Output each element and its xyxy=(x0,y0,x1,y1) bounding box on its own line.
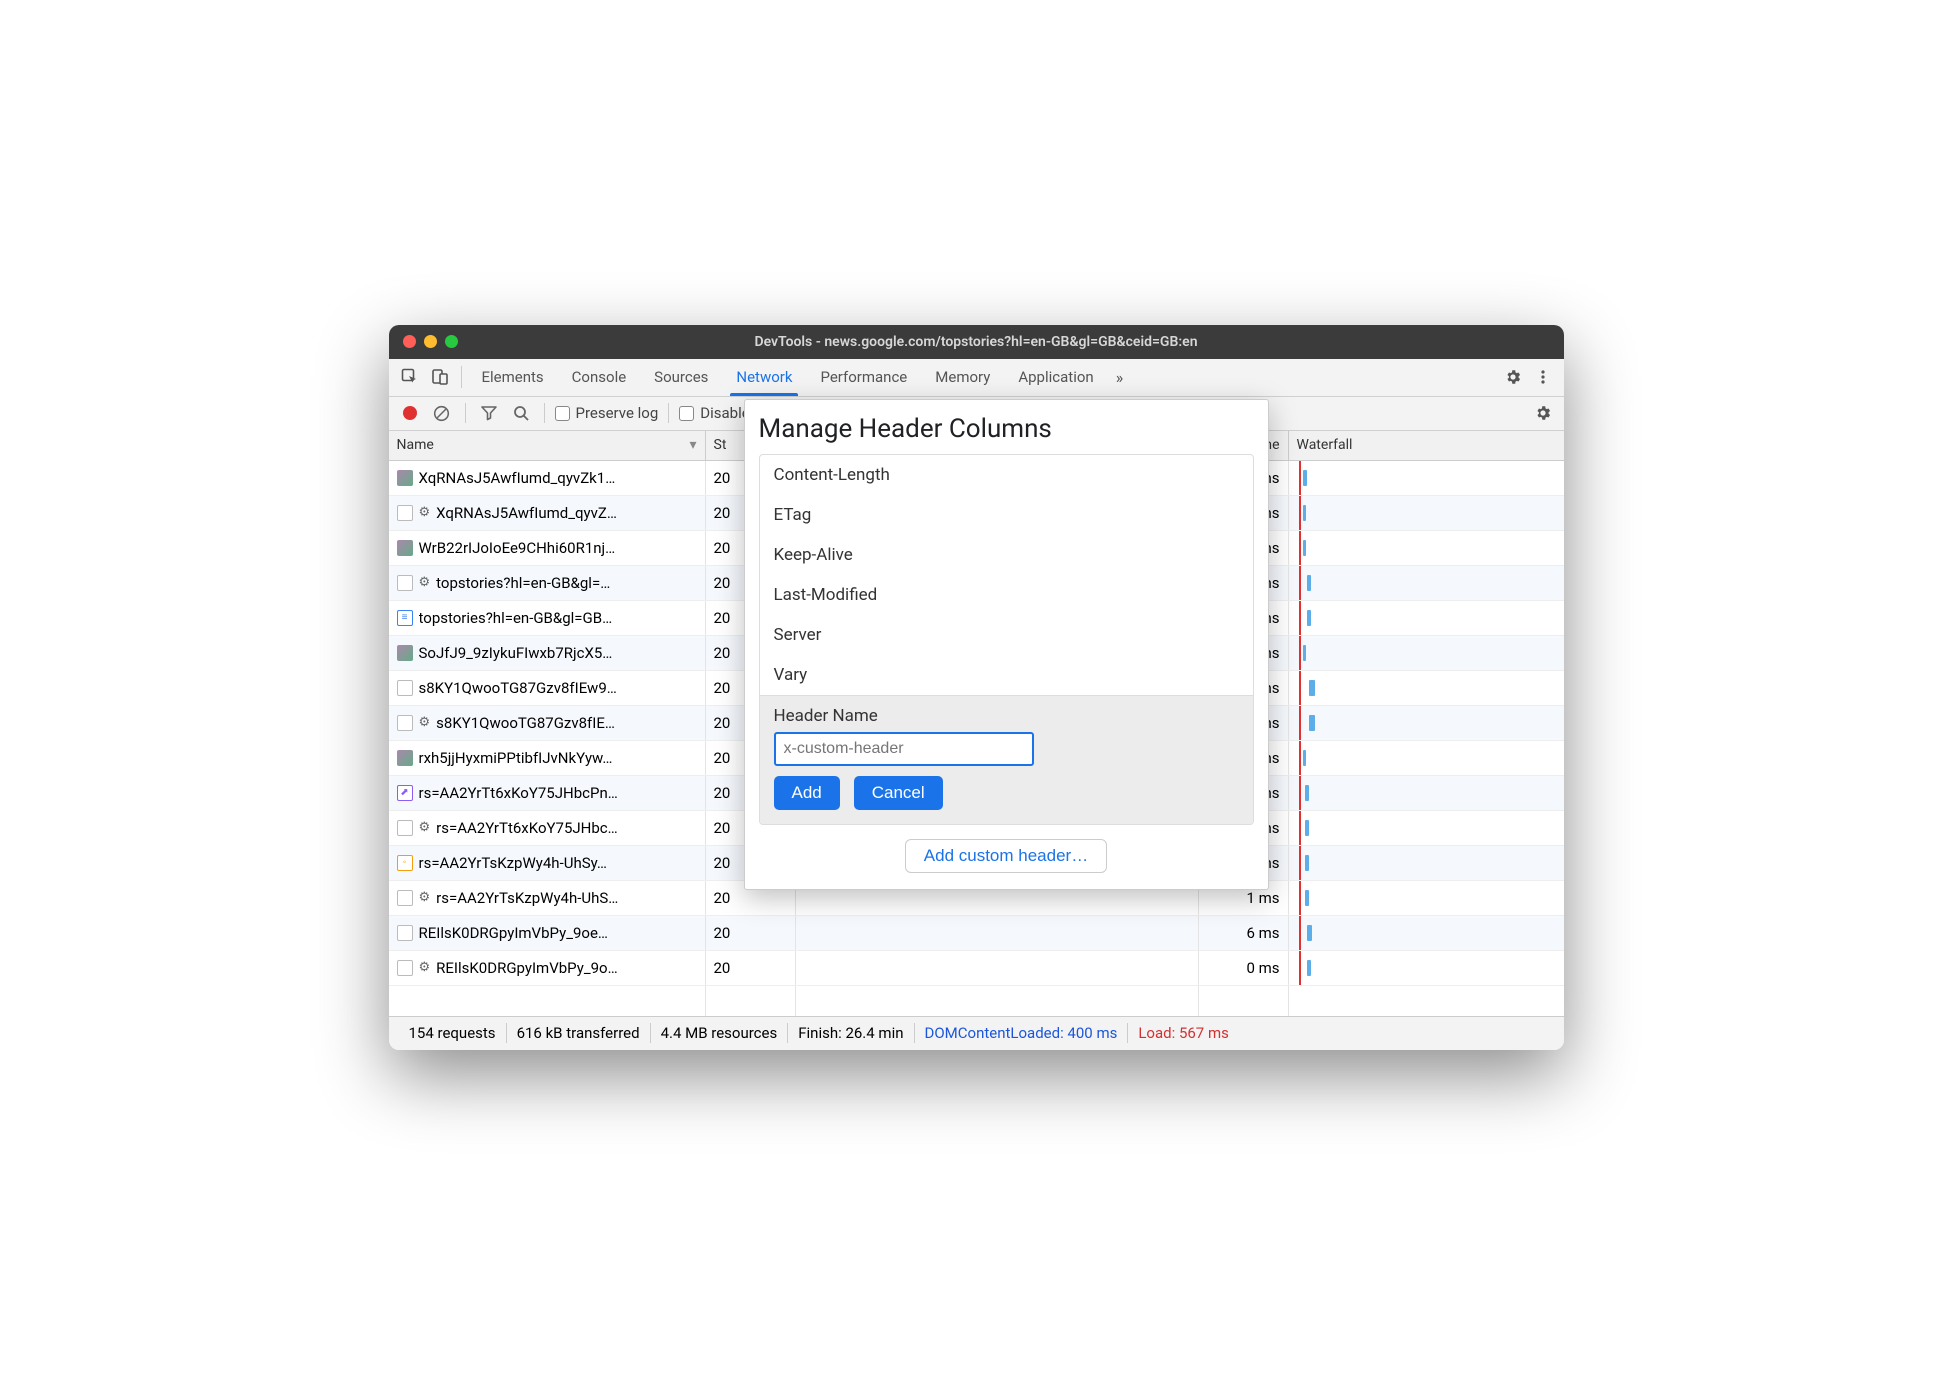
request-status: 20 xyxy=(706,951,796,985)
table-row[interactable]: REIlsK0DRGpyImVbPy_9oe… 20 6 ms xyxy=(389,916,1564,951)
waterfall-bar xyxy=(1307,960,1311,976)
resources-size: 4.4 MB resources xyxy=(651,1024,788,1042)
search-icon[interactable] xyxy=(508,400,534,426)
add-header-section: Header Name Add Cancel xyxy=(760,695,1253,824)
load-time: Load: 567 ms xyxy=(1128,1024,1239,1042)
tab-application[interactable]: Application xyxy=(1004,358,1107,396)
panel-tabs: ElementsConsoleSourcesNetworkPerformance… xyxy=(389,359,1564,397)
tab-network[interactable]: Network xyxy=(722,358,806,396)
request-time: 6 ms xyxy=(1199,916,1289,950)
preserve-log-checkbox[interactable]: Preserve log xyxy=(555,404,659,422)
requests-count: 154 requests xyxy=(399,1024,506,1042)
request-name: s8KY1QwooTG87Gzv8fIEw9… xyxy=(419,679,697,697)
header-name-label: Header Name xyxy=(774,706,1239,726)
waterfall-bar xyxy=(1303,505,1306,521)
request-name: rs=AA2YrTt6xKoY75JHbc… xyxy=(436,819,696,837)
clear-icon[interactable] xyxy=(429,400,455,426)
request-name: rs=AA2YrTsKzpWy4h-UhS… xyxy=(436,889,696,907)
window-title: DevTools - news.google.com/topstories?hl… xyxy=(389,334,1564,350)
waterfall-bar xyxy=(1309,715,1315,731)
waterfall-bar xyxy=(1303,645,1306,661)
waterfall-bar xyxy=(1303,470,1307,486)
add-custom-header-button[interactable]: Add custom header… xyxy=(905,839,1107,873)
header-item[interactable]: Content-Length xyxy=(760,455,1253,495)
more-options-icon[interactable] xyxy=(1528,362,1558,392)
cancel-button[interactable]: Cancel xyxy=(854,776,943,810)
request-name: XqRNAsJ5AwfIumd_qyvZ… xyxy=(436,504,696,522)
tab-elements[interactable]: Elements xyxy=(468,358,558,396)
header-item[interactable]: Last-Modified xyxy=(760,575,1253,615)
finish-time: Finish: 26.4 min xyxy=(788,1024,913,1042)
minimize-window-button[interactable] xyxy=(424,335,437,348)
gear-icon: ⚙ xyxy=(419,715,431,730)
tab-sources[interactable]: Sources xyxy=(640,358,722,396)
preserve-log-label: Preserve log xyxy=(576,404,659,422)
table-row[interactable]: ⚙ REIlsK0DRGpyImVbPy_9o… 20 0 ms xyxy=(389,951,1564,986)
waterfall-bar xyxy=(1309,680,1315,696)
header-item[interactable]: Server xyxy=(760,615,1253,655)
header-item[interactable]: ETag xyxy=(760,495,1253,535)
request-time: 0 ms xyxy=(1199,951,1289,985)
tab-console[interactable]: Console xyxy=(558,358,641,396)
tab-memory[interactable]: Memory xyxy=(921,358,1004,396)
request-name: XqRNAsJ5AwfIumd_qyvZk1… xyxy=(419,469,697,487)
sort-indicator-icon: ▾ xyxy=(689,437,696,453)
gear-icon: ⚙ xyxy=(419,575,431,590)
gear-icon: ⚙ xyxy=(419,505,431,520)
waterfall-bar xyxy=(1307,925,1312,941)
waterfall-bar xyxy=(1305,820,1309,836)
request-name: SoJfJ9_9zIykuFIwxb7RjcX5… xyxy=(419,644,697,662)
waterfall-bar xyxy=(1305,855,1309,871)
request-name: REIlsK0DRGpyImVbPy_9o… xyxy=(436,959,696,977)
request-name: rs=AA2YrTsKzpWy4h-UhSy… xyxy=(419,854,697,872)
close-window-button[interactable] xyxy=(403,335,416,348)
waterfall-bar xyxy=(1305,890,1309,906)
devtools-window: DevTools - news.google.com/topstories?hl… xyxy=(389,325,1564,1050)
inspect-element-icon[interactable] xyxy=(395,362,425,392)
status-bar: 154 requests 616 kB transferred 4.4 MB r… xyxy=(389,1016,1564,1050)
waterfall-bar xyxy=(1307,610,1311,626)
request-name: s8KY1QwooTG87Gzv8fIE… xyxy=(436,714,696,732)
request-status: 20 xyxy=(706,916,796,950)
tab-performance[interactable]: Performance xyxy=(806,358,921,396)
dom-content-loaded: DOMContentLoaded: 400 ms xyxy=(915,1024,1128,1042)
device-toolbar-icon[interactable] xyxy=(425,362,455,392)
transferred-size: 616 kB transferred xyxy=(507,1024,650,1042)
request-name: rxh5jjHyxmiPPtibfIJvNkYyw… xyxy=(419,749,697,767)
request-name: REIlsK0DRGpyImVbPy_9oe… xyxy=(419,924,697,942)
gear-icon: ⚙ xyxy=(419,890,431,905)
manage-header-columns-dialog: Manage Header Columns Content-LengthETag… xyxy=(744,399,1269,890)
maximize-window-button[interactable] xyxy=(445,335,458,348)
settings-icon[interactable] xyxy=(1498,362,1528,392)
header-list: Content-LengthETagKeep-AliveLast-Modifie… xyxy=(759,454,1254,825)
request-name: topstories?hl=en-GB&gl=GB… xyxy=(419,609,697,627)
gear-icon: ⚙ xyxy=(419,960,431,975)
header-item[interactable]: Keep-Alive xyxy=(760,535,1253,575)
waterfall-bar xyxy=(1303,540,1306,556)
request-name: WrB22rIJoIoEe9CHhi60R1nj… xyxy=(419,539,697,557)
column-name[interactable]: Name ▾ xyxy=(389,431,706,460)
request-name: rs=AA2YrTt6xKoY75JHbcPn… xyxy=(419,784,697,802)
network-settings-icon[interactable] xyxy=(1530,400,1556,426)
request-name: topstories?hl=en-GB&gl=… xyxy=(436,574,696,592)
gear-icon: ⚙ xyxy=(419,820,431,835)
column-waterfall[interactable]: Waterfall xyxy=(1289,431,1564,460)
add-button[interactable]: Add xyxy=(774,776,840,810)
header-item[interactable]: Vary xyxy=(760,655,1253,695)
more-tabs-icon[interactable]: » xyxy=(1108,368,1132,387)
titlebar: DevTools - news.google.com/topstories?hl… xyxy=(389,325,1564,359)
waterfall-bar xyxy=(1303,750,1306,766)
record-button[interactable] xyxy=(403,406,417,420)
filter-icon[interactable] xyxy=(476,400,502,426)
waterfall-bar xyxy=(1305,785,1309,801)
waterfall-bar xyxy=(1307,575,1311,591)
header-name-input[interactable] xyxy=(774,732,1034,766)
dialog-title: Manage Header Columns xyxy=(759,414,1254,444)
traffic-lights xyxy=(403,335,458,348)
